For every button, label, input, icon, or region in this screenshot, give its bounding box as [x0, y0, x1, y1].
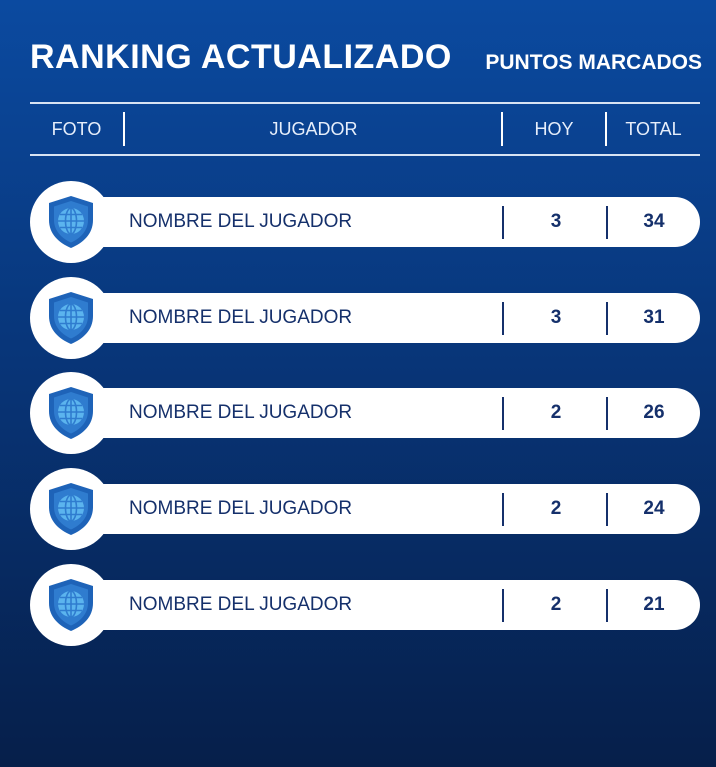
- player-photo: [30, 277, 112, 359]
- column-header-total: TOTAL: [625, 118, 682, 139]
- shield-globe-icon: [49, 387, 93, 439]
- column-header-today: HOY: [534, 118, 574, 139]
- ranking-row: NOMBRE DEL JUGADOR 2 24: [30, 468, 700, 550]
- page-subtitle: PUNTOS MARCADOS: [485, 51, 702, 74]
- shield-globe-icon: [49, 292, 93, 344]
- ranking-row: NOMBRE DEL JUGADOR 3 31: [30, 277, 700, 359]
- shield-globe-icon: [49, 483, 93, 535]
- points-today: 2: [550, 594, 562, 615]
- ranking-row: NOMBRE DEL JUGADOR 3 34: [30, 181, 700, 263]
- player-photo: [30, 181, 112, 263]
- points-total: 26: [643, 402, 665, 423]
- page-title: RANKING ACTUALIZADO: [30, 38, 452, 76]
- shield-globe-icon: [49, 579, 93, 631]
- points-total: 24: [643, 498, 665, 519]
- column-header-photo: FOTO: [51, 118, 102, 139]
- ranking-row: NOMBRE DEL JUGADOR 2 21: [30, 564, 700, 646]
- player-photo: [30, 372, 112, 454]
- column-header-player: JUGADOR: [269, 118, 358, 139]
- points-total: 21: [643, 594, 665, 615]
- points-total: 31: [643, 307, 665, 328]
- header-bottom-divider: [30, 154, 700, 156]
- player-photo: [30, 564, 112, 646]
- player-name: NOMBRE DEL JUGADOR: [129, 594, 353, 615]
- points-today: 2: [550, 402, 562, 423]
- points-today: 3: [550, 211, 562, 232]
- player-photo: [30, 468, 112, 550]
- table-header: FOTO JUGADOR HOY TOTAL: [30, 104, 700, 154]
- player-name: NOMBRE DEL JUGADOR: [129, 307, 353, 328]
- player-name: NOMBRE DEL JUGADOR: [129, 402, 353, 423]
- ranking-row: NOMBRE DEL JUGADOR 2 26: [30, 372, 700, 454]
- shield-globe-icon: [49, 196, 93, 248]
- points-today: 3: [550, 307, 562, 328]
- points-total: 34: [643, 211, 665, 232]
- player-name: NOMBRE DEL JUGADOR: [129, 498, 353, 519]
- points-today: 2: [550, 498, 562, 519]
- player-name: NOMBRE DEL JUGADOR: [129, 211, 353, 232]
